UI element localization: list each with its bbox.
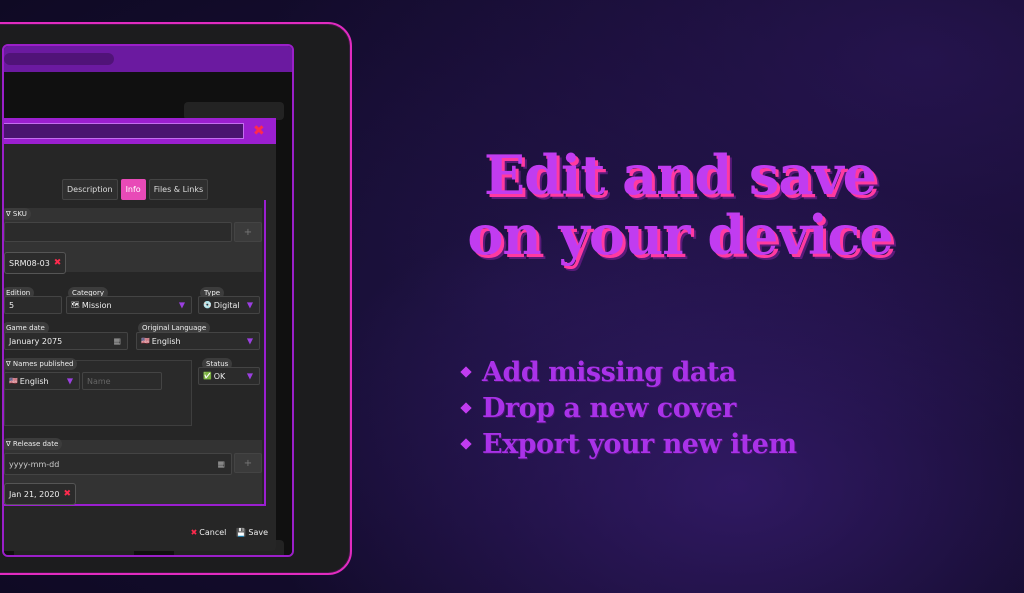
- flag-us-icon: 🇺🇸: [9, 377, 18, 385]
- original-language-select[interactable]: 🇺🇸 English ▼: [136, 332, 260, 350]
- app-topbar: [4, 46, 292, 72]
- chevron-down-icon: ▼: [246, 336, 253, 346]
- modal-footer: ✖ Cancel 💾 Save: [191, 528, 268, 537]
- cancel-button[interactable]: ✖ Cancel: [191, 528, 227, 537]
- add-sku-button[interactable]: +: [234, 222, 262, 242]
- list-item: Export your new item: [460, 426, 797, 462]
- diamond-bullet-icon: [460, 366, 472, 378]
- tab-description[interactable]: Description: [62, 179, 118, 200]
- tab-info[interactable]: Info: [120, 179, 146, 200]
- map-icon: 🗺: [71, 301, 80, 309]
- calendar-icon[interactable]: ▦: [113, 337, 121, 346]
- info-panel: ∇ SKU + SRM08-03 ✖ Edition 5 Category 🗺 …: [4, 200, 266, 506]
- release-date-label: ∇ Release date: [4, 438, 63, 450]
- chevron-down-icon: ▼: [246, 371, 253, 381]
- feature-list: Add missing data Drop a new cover Export…: [460, 354, 797, 462]
- headline-line-1: Edit and save: [483, 143, 877, 207]
- close-icon[interactable]: ✖: [253, 122, 265, 140]
- close-icon: ✖: [190, 528, 198, 537]
- tab-files-links[interactable]: Files & Links: [148, 179, 209, 200]
- release-date-input[interactable]: yyyy-mm-dd ▦: [4, 453, 232, 475]
- flag-us-icon: 🇺🇸: [141, 337, 150, 345]
- title-input[interactable]: [4, 123, 244, 139]
- category-select[interactable]: 🗺 Mission ▼: [66, 296, 192, 314]
- status-select[interactable]: ✅ OK ▼: [198, 367, 260, 385]
- calendar-icon[interactable]: ▦: [217, 460, 225, 469]
- tab-bar: Description Info Files & Links: [62, 179, 209, 200]
- list-item: Add missing data: [460, 354, 797, 390]
- sku-input[interactable]: [4, 222, 232, 242]
- edit-item-modal: ✖ Description Info Files & Links ∇ SKU +…: [4, 118, 276, 551]
- type-select[interactable]: 💿 Digital ▼: [198, 296, 260, 314]
- tablet-frame: ✖ Description Info Files & Links ∇ SKU +…: [0, 22, 352, 575]
- game-date-field[interactable]: January 2075 ▦: [4, 332, 128, 350]
- sku-chip[interactable]: SRM08-03 ✖: [4, 252, 67, 274]
- list-item: Drop a new cover: [460, 390, 797, 426]
- disc-icon: 💿: [203, 301, 212, 309]
- add-release-date-button[interactable]: +: [234, 453, 262, 473]
- release-date-chip[interactable]: Jan 21, 2020 ✖: [4, 483, 77, 505]
- check-icon: ✅: [203, 372, 212, 380]
- save-button[interactable]: 💾 Save: [236, 528, 268, 537]
- remove-icon[interactable]: ✖: [54, 258, 62, 268]
- name-language-select[interactable]: 🇺🇸 English ▼: [4, 372, 80, 390]
- save-icon: 💾: [236, 528, 247, 537]
- name-input[interactable]: Name: [82, 372, 162, 390]
- names-published-label: ∇ Names published: [4, 358, 78, 370]
- headline-line-2: on your device: [467, 203, 893, 267]
- diamond-bullet-icon: [460, 438, 472, 450]
- diamond-bullet-icon: [460, 402, 472, 414]
- edition-field[interactable]: 5: [4, 296, 62, 314]
- chevron-down-icon: ▼: [66, 376, 73, 386]
- tablet-screen: ✖ Description Info Files & Links ∇ SKU +…: [2, 44, 294, 557]
- modal-header: ✖: [4, 118, 276, 144]
- chevron-down-icon: ▼: [178, 300, 185, 310]
- chevron-down-icon: ▼: [246, 300, 253, 310]
- sku-label: ∇ SKU: [4, 208, 31, 220]
- remove-icon[interactable]: ✖: [64, 489, 72, 499]
- headline: Edit and save on your device: [400, 145, 960, 265]
